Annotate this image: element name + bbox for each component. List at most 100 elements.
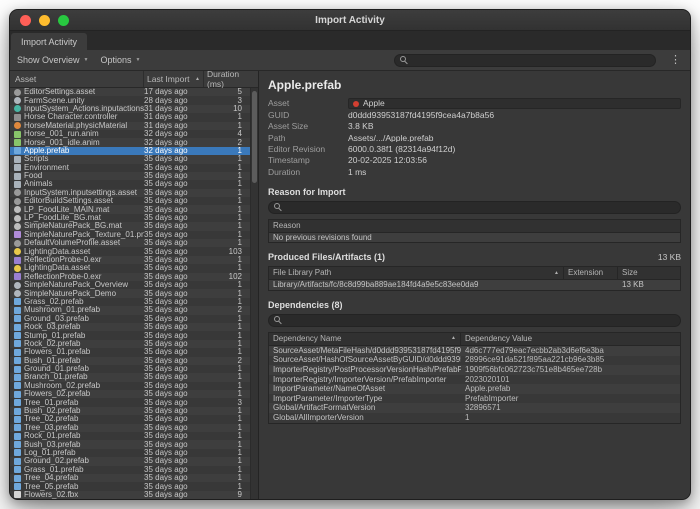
table-row[interactable]: ImporterRegistry/PostProcessorVersionHas… <box>269 365 680 375</box>
asset-name: Scripts <box>24 155 144 163</box>
asset-name: LightingData.asset <box>24 264 144 272</box>
table-row[interactable]: Food 35 days ago 1 <box>10 172 258 180</box>
tab-import-activity[interactable]: Import Activity <box>11 33 87 50</box>
titlebar[interactable]: Import Activity <box>10 10 690 31</box>
asset-last-import: 35 days ago <box>144 474 204 482</box>
table-row[interactable]: Grass_02.prefab 35 days ago 1 <box>10 298 258 306</box>
pane-menu-icon[interactable]: ⋮ <box>668 55 683 66</box>
traffic-lights <box>20 15 69 26</box>
zoom-window-button[interactable] <box>58 15 69 26</box>
column-header-dependency-value[interactable]: Dependency Value <box>461 333 680 345</box>
column-header-last-import[interactable]: Last Import ▲ <box>144 71 204 87</box>
dependency-value: 4d6c777ed79eac7ecbb2ab3d6ef6e3ba <box>461 346 680 356</box>
table-row[interactable]: Ground_03.prefab 35 days ago 1 <box>10 315 258 323</box>
table-row[interactable]: Log_01.prefab 35 days ago 1 <box>10 449 258 457</box>
table-row[interactable]: FarmScene.unity 28 days ago 3 <box>10 96 258 104</box>
table-row[interactable]: Environment 35 days ago 1 <box>10 164 258 172</box>
asset-last-import: 35 days ago <box>144 290 204 298</box>
table-row[interactable]: Tree_05.prefab 35 days ago 1 <box>10 482 258 490</box>
column-header-dependency-name[interactable]: Dependency Name ▲ <box>269 333 461 345</box>
asset-type-icon <box>14 382 21 389</box>
table-row[interactable]: Bush_03.prefab 35 days ago 1 <box>10 440 258 448</box>
sort-ascending-icon: ▲ <box>554 271 559 276</box>
table-row[interactable]: Horse_001_run.anim 32 days ago 4 <box>10 130 258 138</box>
close-window-button[interactable] <box>20 15 31 26</box>
table-row[interactable]: SimpleNaturePack_BG.mat 35 days ago 1 <box>10 222 258 230</box>
reason-search-input[interactable] <box>286 202 675 213</box>
table-row[interactable]: Library/Artifacts/fc/8c8d99ba889ae184fd4… <box>269 280 680 290</box>
table-row[interactable]: Animals 35 days ago 1 <box>10 180 258 188</box>
table-row[interactable]: Apple.prefab 32 days ago 1 <box>10 147 258 155</box>
show-overview-dropdown[interactable]: Show Overview ▼ <box>17 55 88 65</box>
asset-name: Tree_02.prefab <box>24 415 144 423</box>
table-row[interactable]: ImporterRegistry/ImporterVersion/PrefabI… <box>269 375 680 385</box>
column-header-size[interactable]: Size <box>618 267 680 279</box>
column-header-asset[interactable]: Asset <box>10 71 144 87</box>
table-row[interactable]: Stump_01.prefab 35 days ago 1 <box>10 331 258 339</box>
column-header-duration[interactable]: Duration (ms) <box>204 71 258 87</box>
table-row[interactable]: HorseMaterial.physicMaterial 31 days ago… <box>10 122 258 130</box>
asset-type-icon <box>14 240 21 247</box>
table-row[interactable]: Flowers_02.prefab 35 days ago 1 <box>10 390 258 398</box>
table-row[interactable]: Global/AllImporterVersion 1 <box>269 413 680 423</box>
dependencies-search-input[interactable] <box>286 315 675 326</box>
table-row[interactable]: Horse_001_idle.anim 32 days ago 2 <box>10 138 258 146</box>
asset-name: InputSystem_Actions.inputactions <box>24 105 144 113</box>
table-row[interactable]: EditorBuildSettings.asset 35 days ago 1 <box>10 197 258 205</box>
table-row[interactable]: SimpleNaturePack_Texture_01.png 35 days … <box>10 231 258 239</box>
table-row[interactable]: Ground_01.prefab 35 days ago 1 <box>10 365 258 373</box>
asset-list-scrollbar[interactable] <box>250 88 258 499</box>
table-row[interactable]: Tree_02.prefab 35 days ago 1 <box>10 415 258 423</box>
toolbar-search-field[interactable] <box>394 54 656 67</box>
artifact-extension <box>564 280 618 290</box>
table-row[interactable]: Rock_03.prefab 35 days ago 1 <box>10 323 258 331</box>
table-row[interactable]: EditorSettings.asset 17 days ago 5 <box>10 88 258 96</box>
table-row[interactable]: ImportParameter/ImporterType PrefabImpor… <box>269 394 680 404</box>
table-row[interactable]: SimpleNaturePack_Overview 35 days ago 1 <box>10 281 258 289</box>
table-row[interactable]: Rock_02.prefab 35 days ago 1 <box>10 340 258 348</box>
table-row[interactable]: SourceAsset/HashOfSourceAssetByGUID/d0dd… <box>269 356 680 366</box>
table-row[interactable]: Global/ArtifactFormatVersion 32896571 <box>269 403 680 413</box>
table-row[interactable]: Ground_02.prefab 35 days ago 1 <box>10 457 258 465</box>
column-header-extension[interactable]: Extension <box>564 267 618 279</box>
table-row[interactable]: SourceAsset/MetaFileHash/d0ddd93953187fd… <box>269 346 680 356</box>
asset-name: Tree_01.prefab <box>24 399 144 407</box>
dependencies-search-field[interactable] <box>268 314 681 327</box>
column-header-file-library-path[interactable]: File Library Path ▲ <box>269 267 564 279</box>
asset-object-field[interactable]: Apple <box>348 98 681 109</box>
table-row[interactable]: No previous revisions found <box>269 233 680 243</box>
toolbar-search-input[interactable] <box>412 55 650 66</box>
table-row[interactable]: Flowers_02.fbx 35 days ago 9 <box>10 491 258 499</box>
table-row[interactable]: Bush_02.prefab 35 days ago 1 <box>10 407 258 415</box>
table-row[interactable]: Rock_01.prefab 35 days ago 1 <box>10 432 258 440</box>
table-row[interactable]: Scripts 35 days ago 1 <box>10 155 258 163</box>
table-row[interactable]: ReflectionProbe-0.exr 35 days ago 102 <box>10 273 258 281</box>
table-row[interactable]: Horse Character.controller 31 days ago 1 <box>10 113 258 121</box>
table-row[interactable]: ImportParameter/NameOfAsset Apple.prefab <box>269 384 680 394</box>
table-row[interactable]: SimpleNaturePack_Demo 35 days ago 1 <box>10 289 258 297</box>
table-row[interactable]: Tree_04.prefab 35 days ago 1 <box>10 474 258 482</box>
dependency-name: ImportParameter/NameOfAsset <box>269 384 461 394</box>
table-row[interactable]: Grass_01.prefab 35 days ago 1 <box>10 466 258 474</box>
table-row[interactable]: Flowers_01.prefab 35 days ago 1 <box>10 348 258 356</box>
scrollbar-thumb[interactable] <box>252 91 257 183</box>
reason-search-field[interactable] <box>268 201 681 214</box>
table-row[interactable]: Bush_01.prefab 35 days ago 2 <box>10 357 258 365</box>
table-row[interactable]: DefaultVolumeProfile.asset 35 days ago 1 <box>10 239 258 247</box>
minimize-window-button[interactable] <box>39 15 50 26</box>
table-row[interactable]: LightingData.asset 35 days ago 103 <box>10 247 258 255</box>
table-row[interactable]: Branch_01.prefab 35 days ago 1 <box>10 373 258 381</box>
table-row[interactable]: Mushroom_01.prefab 35 days ago 2 <box>10 306 258 314</box>
table-row[interactable]: Tree_03.prefab 35 days ago 1 <box>10 424 258 432</box>
table-row[interactable]: LightingData.asset 35 days ago 1 <box>10 264 258 272</box>
table-row[interactable]: ReflectionProbe-0.exr 35 days ago 1 <box>10 256 258 264</box>
table-row[interactable]: InputSystem_Actions.inputactions 31 days… <box>10 105 258 113</box>
table-row[interactable]: Mushroom_02.prefab 35 days ago 1 <box>10 382 258 390</box>
table-row[interactable]: Tree_01.prefab 35 days ago 3 <box>10 398 258 406</box>
options-dropdown[interactable]: Options ▼ <box>100 55 140 65</box>
asset-type-icon <box>14 265 21 272</box>
column-header-reason[interactable]: Reason <box>269 220 680 232</box>
table-row[interactable]: InputSystem.inputsettings.asset 35 days … <box>10 189 258 197</box>
table-row[interactable]: LP_FoodLite_MAIN.mat 35 days ago 1 <box>10 205 258 213</box>
table-row[interactable]: LP_FoodLite_BG.mat 35 days ago 1 <box>10 214 258 222</box>
